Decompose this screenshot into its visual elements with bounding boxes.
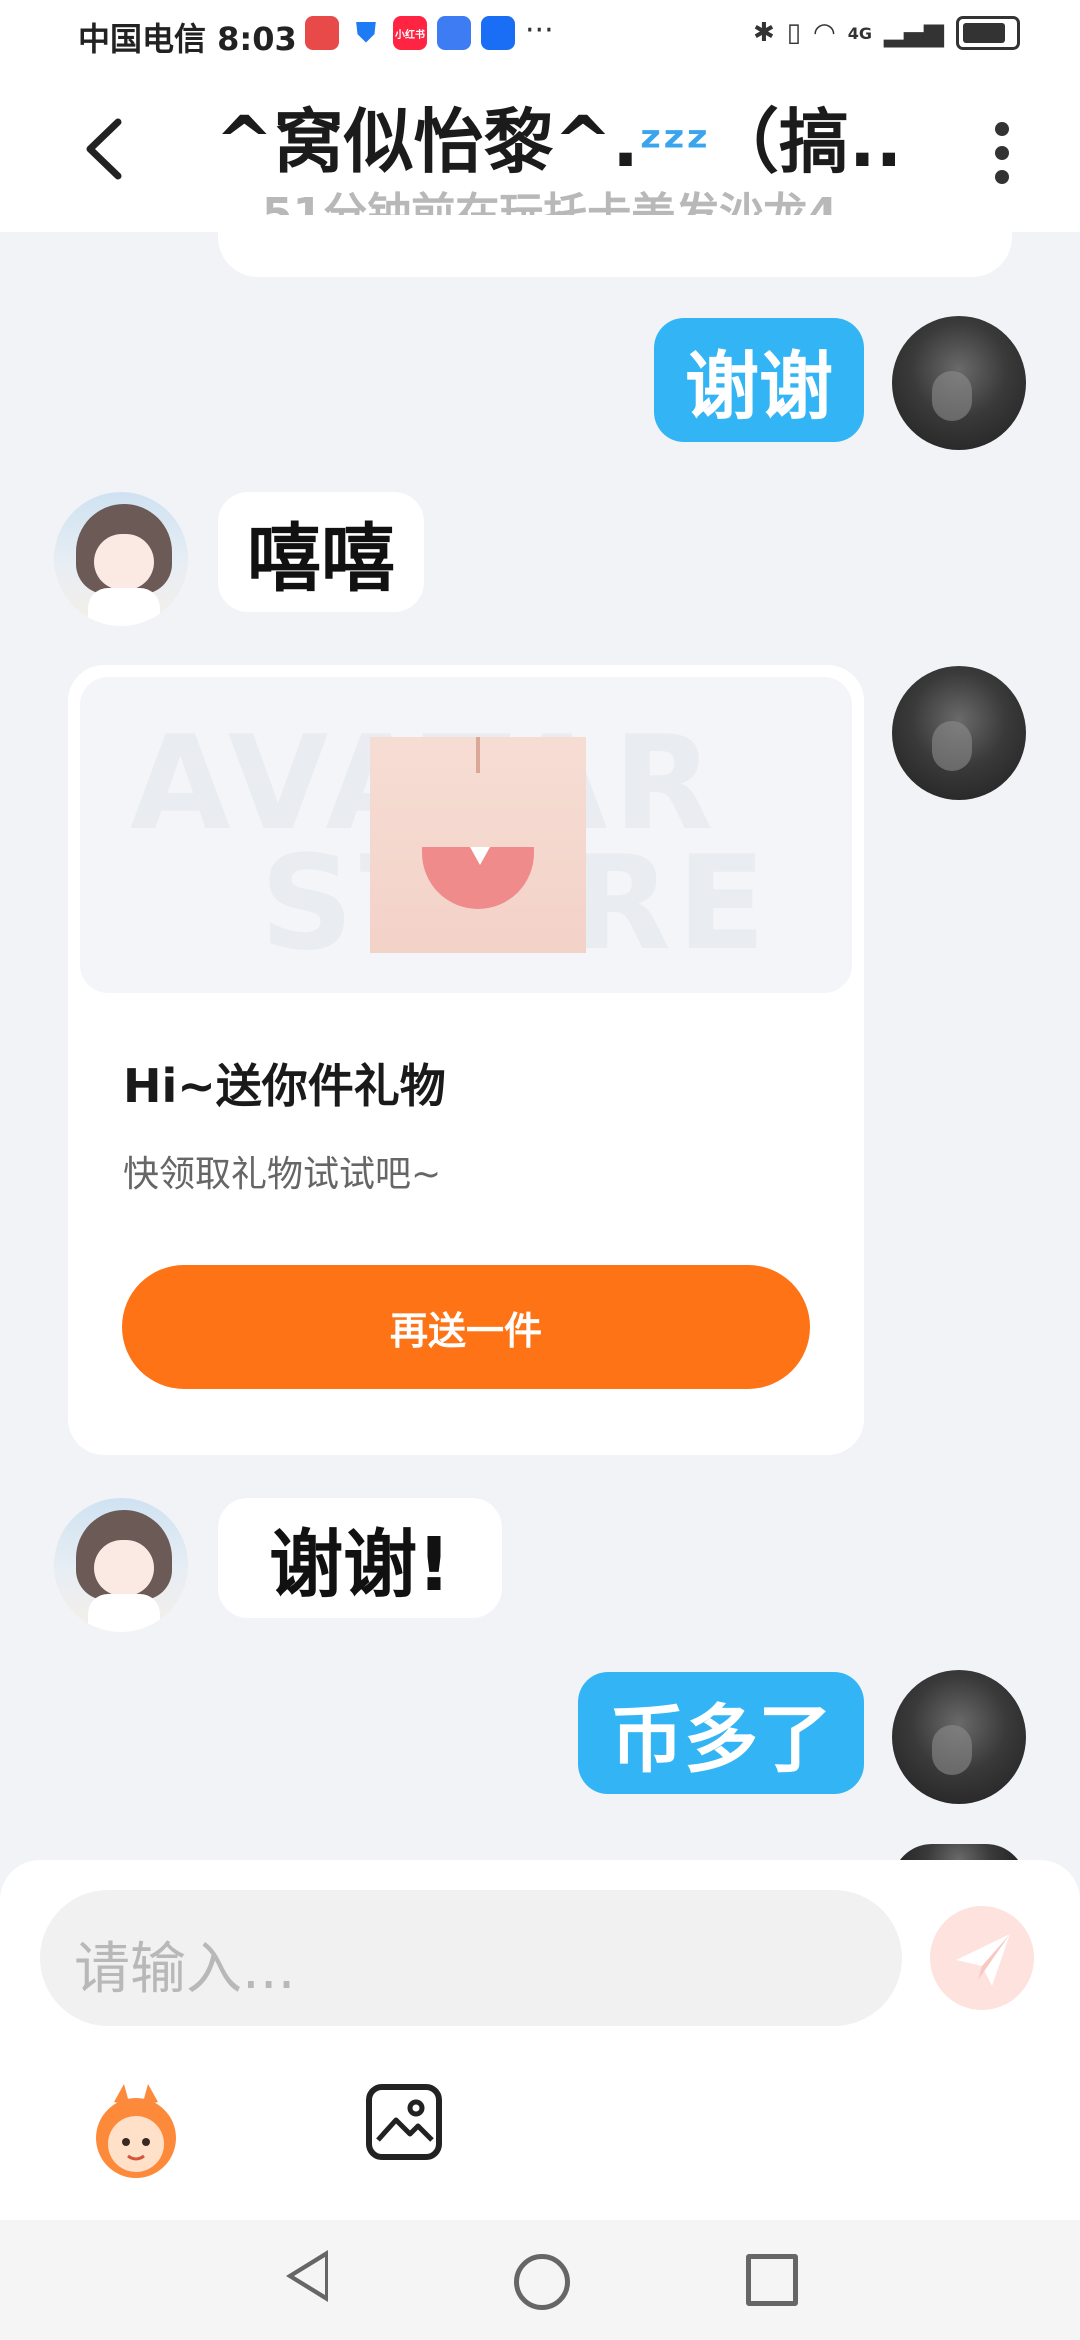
signal-icon: ▂▄▆ (884, 18, 944, 48)
carrier-time: 中国电信 8:03 (78, 20, 297, 58)
chat-header: ^窝似怡黎^.ᶻᶻᶻ（搞... 51分钟前在玩托卡美发沙龙4 (0, 72, 1080, 240)
image-picker-icon[interactable] (366, 2084, 442, 2160)
message-input-placeholder: 请输入... (74, 1937, 296, 2002)
sticker-mascot-icon[interactable] (84, 2080, 188, 2184)
network-type: 4G (847, 23, 872, 43)
shield-icon: ⛊ (349, 16, 383, 50)
contact-message-bubble[interactable]: 嘻嘻 (218, 492, 424, 612)
my-avatar[interactable] (892, 1670, 1026, 1804)
my-message-bubble[interactable]: 币多了 (578, 1672, 864, 1794)
system-status-icons: ✱ ▯ ◠ 4G ▂▄▆ (753, 16, 1020, 50)
send-another-gift-button[interactable]: 再送一件 (122, 1265, 810, 1389)
input-panel: 请输入... (0, 1860, 1080, 2220)
contact-avatar[interactable] (54, 1498, 188, 1632)
battery-icon (956, 16, 1020, 50)
gift-card[interactable]: AVATAR STORE Hi~送你件礼物 快领取礼物试试吧~ 再送一件 (68, 665, 864, 1455)
vibrate-icon: ▯ (786, 18, 802, 48)
chat-title-name: ^窝似怡黎^. (215, 101, 639, 183)
contact-message-bubble[interactable]: 谢谢! (218, 1498, 502, 1618)
gift-card-title: Hi~送你件礼物 (123, 1059, 446, 1113)
huawei-appgallery-icon (305, 16, 339, 50)
my-message-bubble[interactable]: 谢谢 (654, 318, 864, 442)
sleep-zz-icon: ᶻᶻᶻ (638, 115, 710, 180)
gift-item-image (370, 737, 586, 953)
message-input[interactable]: 请输入... (40, 1890, 902, 2026)
nav-home-icon[interactable] (514, 2254, 570, 2310)
send-button[interactable] (930, 1906, 1034, 2010)
header-bottom-curve (218, 215, 1012, 277)
nav-back-icon[interactable] (286, 2250, 328, 2302)
bluetooth-icon: ✱ (752, 18, 775, 48)
paper-plane-icon (956, 1934, 1010, 1986)
gift-card-image: AVATAR STORE (80, 677, 852, 993)
nav-recent-apps-icon[interactable] (746, 2254, 798, 2306)
chat-title: ^窝似怡黎^.ᶻᶻᶻ（搞... (215, 86, 895, 187)
gift-card-subtitle: 快领取礼物试试吧~ (123, 1154, 442, 1195)
status-bar: 中国电信 8:03 ⛊ 小红书 ··· ✱ ▯ ◠ 4G ▂▄▆ (0, 0, 1080, 72)
more-options-icon[interactable] (995, 122, 1011, 192)
contact-avatar[interactable] (54, 492, 188, 626)
my-avatar[interactable] (892, 316, 1026, 450)
bulb-icon (481, 16, 515, 50)
system-navigation-bar (0, 2220, 1080, 2340)
back-arrow-icon[interactable] (80, 114, 128, 184)
xiaohongshu-icon: 小红书 (393, 16, 427, 50)
more-notifications-icon: ··· (525, 13, 554, 48)
chat-title-suffix: （搞... (709, 101, 895, 183)
notification-icons: ⛊ 小红书 ··· (305, 16, 554, 50)
wifi-icon: ◠ (813, 18, 836, 48)
my-avatar[interactable] (892, 666, 1026, 800)
browser-icon (437, 16, 471, 50)
